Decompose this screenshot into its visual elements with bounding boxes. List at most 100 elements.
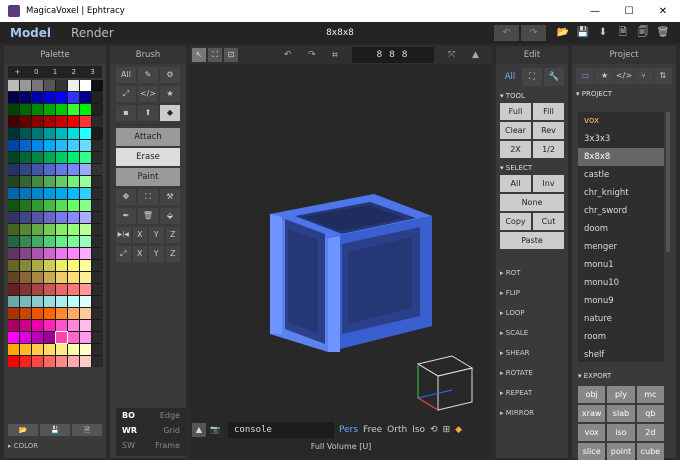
palette-swatch[interactable] (44, 284, 55, 295)
attach-button[interactable]: Attach (116, 128, 180, 146)
palette-swatch[interactable] (44, 272, 55, 283)
palette-tab-1[interactable]: 0 (27, 66, 46, 78)
full-button[interactable]: Full (500, 103, 531, 120)
palette-swatch[interactable] (44, 212, 55, 223)
palette-swatch[interactable] (8, 176, 19, 187)
palette-swatch[interactable] (92, 272, 103, 283)
palette-swatch[interactable] (32, 356, 43, 367)
dimension-field[interactable]: 8 8 8 (352, 47, 434, 63)
palette-swatch[interactable] (8, 128, 19, 139)
palette-swatch[interactable] (80, 116, 91, 127)
palette-swatch[interactable] (80, 128, 91, 139)
palette-swatch[interactable] (8, 140, 19, 151)
palette-swatch[interactable] (80, 176, 91, 187)
palette-swatch[interactable] (44, 188, 55, 199)
palette-swatch[interactable] (32, 104, 43, 115)
fit-icon[interactable]: ⤧ (448, 50, 455, 60)
edit-wrench-icon[interactable]: 🔧 (544, 68, 564, 86)
palette-swatch[interactable] (20, 236, 31, 247)
export-icon[interactable]: ⬇ (595, 25, 611, 41)
clear-button[interactable]: Clear (500, 122, 531, 139)
invert-button[interactable]: Inv (533, 175, 564, 192)
palette-swatch[interactable] (44, 152, 55, 163)
palette-swatch[interactable] (68, 140, 79, 151)
palette-swatch[interactable] (92, 176, 103, 187)
palette-swatch[interactable] (80, 80, 91, 91)
palette-swatch[interactable] (56, 188, 67, 199)
palette-swatch[interactable] (44, 260, 55, 271)
palette-swatch[interactable] (80, 260, 91, 271)
rotate-section[interactable]: ▸ ROTATE (500, 363, 564, 383)
palette-swatch[interactable] (68, 188, 79, 199)
palette-swatch[interactable] (20, 188, 31, 199)
palette-swatch[interactable] (8, 200, 19, 211)
voxel-brush-icon[interactable]: ▪ (116, 105, 136, 121)
none-button[interactable]: None (500, 194, 564, 211)
project-item[interactable]: monu9 (578, 292, 664, 310)
palette-tab-3[interactable]: 2 (64, 66, 83, 78)
palette-swatch[interactable] (92, 344, 103, 355)
box-brush-icon[interactable]: ◆ (160, 105, 180, 121)
palette-swatch[interactable] (20, 332, 31, 343)
palette-swatch[interactable] (32, 248, 43, 259)
palette-swatch[interactable] (32, 272, 43, 283)
palette-swatch[interactable] (68, 164, 79, 175)
project-folder-icon[interactable]: ▭ (576, 68, 595, 84)
region-select-icon[interactable]: ⛶ (208, 48, 222, 62)
palette-swatch[interactable] (20, 320, 31, 331)
palette-swatch[interactable] (20, 296, 31, 307)
export-iso-button[interactable]: iso (607, 424, 635, 441)
paint-button[interactable]: Paint (116, 168, 180, 186)
paste-button[interactable]: Paste (500, 232, 564, 249)
palette-swatch[interactable] (68, 116, 79, 127)
palette-swatch[interactable] (92, 200, 103, 211)
model-mode-tab[interactable]: Model (10, 26, 51, 40)
palette-swatch[interactable] (92, 248, 103, 259)
palette-swatch[interactable] (32, 200, 43, 211)
palette-swatch[interactable] (68, 200, 79, 211)
palette-swatch[interactable] (92, 284, 103, 295)
move-icon[interactable]: ✥ (116, 189, 136, 205)
project-folder-vox[interactable]: vox (578, 112, 664, 130)
eyedropper-icon[interactable]: ✒ (116, 208, 136, 224)
palette-swatch[interactable] (20, 92, 31, 103)
palette-swatch[interactable] (44, 92, 55, 103)
palette-swatch[interactable] (92, 224, 103, 235)
palette-swatch[interactable] (20, 104, 31, 115)
palette-swatch[interactable] (8, 164, 19, 175)
palette-swatch[interactable] (92, 260, 103, 271)
maximize-button[interactable]: ☐ (612, 6, 646, 17)
axis-z[interactable]: Z (165, 246, 180, 262)
palette-swatch[interactable] (80, 212, 91, 223)
crop-icon[interactable]: ⌗ (332, 50, 338, 61)
palette-swatch[interactable] (32, 260, 43, 271)
loop-section[interactable]: ▸ LOOP (500, 303, 564, 323)
open-icon[interactable]: 📂 (555, 25, 571, 41)
projection-free[interactable]: Free (363, 425, 382, 435)
palette-swatch[interactable] (32, 152, 43, 163)
palette-swatch[interactable] (32, 80, 43, 91)
palette-swatch[interactable] (56, 200, 67, 211)
palette-swatch[interactable] (80, 248, 91, 259)
palette-swatch[interactable] (44, 164, 55, 175)
palette-swatch[interactable] (32, 344, 43, 355)
palette-swatch[interactable] (8, 92, 19, 103)
redo-button[interactable]: ↷ (521, 25, 546, 41)
palette-swatch[interactable] (32, 140, 43, 151)
palette-swatch[interactable] (92, 236, 103, 247)
palette-swatch[interactable] (80, 284, 91, 295)
project-section-label[interactable]: ▾ PROJECT (576, 90, 672, 98)
focus-icon[interactable]: ⊡ (224, 48, 238, 62)
palette-swatch[interactable] (56, 284, 67, 295)
viewport[interactable]: ↖ ⛶ ⊡ ↶ ↷ ⌗ 8 8 8 ⤧ ▲ ▲ 📷 console Pers F… (190, 46, 492, 458)
mirror-x[interactable]: X (132, 227, 147, 243)
reset-view-icon[interactable]: ⟲ (430, 425, 438, 435)
project-item[interactable]: monu10 (578, 274, 664, 292)
palette-swatch[interactable] (44, 332, 55, 343)
palette-swatch[interactable] (56, 260, 67, 271)
palette-swatch[interactable] (68, 236, 79, 247)
palette-swatch[interactable] (44, 248, 55, 259)
brush-settings-icon[interactable]: ⚙ (160, 67, 180, 83)
project-item[interactable]: menger (578, 238, 664, 256)
double-button[interactable]: 2X (500, 141, 531, 158)
